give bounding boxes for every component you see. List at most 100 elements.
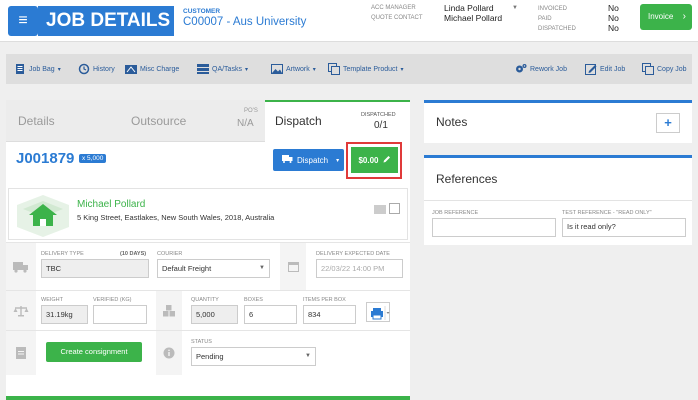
delivery-row: DELIVERY TYPE (10 DAYS) TBC COURIER Defa… [6, 242, 410, 290]
tab-dispatch[interactable]: Dispatch [265, 100, 410, 142]
tasks-icon [197, 63, 209, 75]
test-reference-label: TEST REFERENCE - "READ ONLY" [562, 210, 652, 216]
print-button[interactable] [366, 302, 390, 322]
customer-label: CUSTOMER [183, 8, 221, 15]
chevron-down-icon: ▾ [336, 157, 340, 164]
price-button[interactable]: $0.00 [351, 147, 398, 173]
paid-value: No [608, 13, 619, 23]
delivery-date-label: DELIVERY EXPECTED DATE [316, 251, 390, 257]
qa-tasks-button[interactable]: QA/Tasks ▾ [197, 54, 248, 84]
history-icon [78, 63, 90, 75]
job-bag-label: Job Bag [29, 65, 55, 73]
boxes-label: BOXES [244, 297, 263, 303]
verified-label: VERIFIED (KG) [93, 297, 132, 303]
status-select[interactable]: Pending ▼ [191, 347, 316, 366]
envelope-icon[interactable] [374, 205, 386, 214]
notes-panel: Notes + [424, 100, 692, 143]
customer-link[interactable]: C00007 - Aus University [183, 16, 306, 28]
template-product-label: Template Product [343, 65, 398, 73]
pos-label: PO'S [244, 108, 258, 114]
weight-field: 31.19kg [41, 305, 88, 324]
add-note-button[interactable]: + [656, 113, 680, 133]
references-title: References [436, 172, 498, 186]
job-bag-button[interactable]: Job Bag ▾ [14, 54, 61, 84]
truck-icon [6, 243, 36, 290]
invoice-button[interactable]: Invoice › [640, 4, 692, 30]
address-card: Michael Pollard 5 King Street, Eastlakes… [8, 188, 408, 240]
references-panel: References JOB REFERENCE TEST REFERENCE … [424, 155, 692, 245]
quantity-field: 5,000 [191, 305, 238, 324]
notes-title: Notes [436, 115, 468, 129]
history-button[interactable]: History [78, 54, 115, 84]
chevron-down-icon: ▾ [57, 66, 61, 73]
delivery-date-input[interactable]: 22/03/22 14:00 PM [316, 259, 403, 278]
quantity-label: QUANTITY [191, 297, 219, 303]
quote-contact-label: QUOTE CONTACT [371, 15, 423, 21]
quantity-badge: x 5,000 [79, 154, 107, 163]
copy-job-label: Copy Job [657, 65, 687, 73]
address-checkbox[interactable] [389, 203, 400, 214]
invoiced-value: No [608, 3, 619, 13]
truck-icon [282, 155, 293, 165]
template-product-button[interactable]: Template Product ▾ [328, 54, 404, 84]
copy-job-button[interactable]: Copy Job [642, 54, 687, 84]
misc-charge-label: Misc Charge [140, 65, 180, 73]
invoice-button-label: Invoice [648, 12, 674, 21]
hamburger-menu-icon[interactable]: ≡ [8, 6, 38, 36]
courier-label: COURIER [157, 251, 183, 257]
pos-value: N/A [237, 118, 254, 129]
invoiced-label: INVOICED [538, 6, 568, 12]
acc-manager-label: ACC MANAGER [371, 5, 416, 11]
boxes-input[interactable]: 6 [244, 305, 297, 324]
items-per-box-label: ITEMS PER BOX [303, 297, 346, 303]
quote-contact-value: Michael Pollard [444, 13, 503, 23]
job-number: J001879 [16, 150, 75, 167]
dispatched-count-label: DISPATCHED [361, 112, 396, 118]
boxes-icon [156, 291, 182, 330]
status-label: STATUS [191, 339, 212, 345]
items-per-box-input[interactable]: 834 [303, 305, 356, 324]
artwork-button[interactable]: Artwork ▾ [271, 54, 316, 84]
tab-bar: Details Outsource PO'S N/A Dispatch DISP… [6, 100, 410, 142]
house-icon [13, 193, 73, 237]
chevron-down-icon: ▾ [244, 66, 248, 73]
tab-outsource[interactable]: Outsource [131, 100, 186, 142]
pencil-icon [383, 155, 391, 165]
status-select-value: Pending [196, 352, 224, 361]
divider [424, 200, 692, 201]
misc-charge-button[interactable]: Misc Charge [125, 54, 179, 84]
chevron-down-icon[interactable]: ▼ [512, 5, 518, 11]
paid-label: PAID [538, 16, 552, 22]
chevron-right-icon: › [682, 11, 686, 22]
test-reference-input[interactable]: Is it read only? [562, 218, 686, 237]
dispatched-value: No [608, 23, 619, 33]
tab-details[interactable]: Details [18, 100, 55, 142]
copy-icon [328, 63, 340, 75]
info-icon [156, 331, 182, 375]
artwork-label: Artwork [286, 65, 310, 73]
edit-job-label: Edit Job [600, 65, 626, 73]
contact-address: 5 King Street, Eastlakes, New South Wale… [77, 213, 275, 222]
create-consignment-button[interactable]: Create consignment [46, 342, 142, 362]
image-icon [271, 63, 283, 75]
chevron-down-icon: ▾ [312, 66, 316, 73]
courier-select[interactable]: Default Freight ▼ [157, 259, 270, 278]
chevron-down-icon: ▼ [305, 353, 311, 359]
document-icon [14, 63, 26, 75]
scale-icon [6, 291, 36, 330]
rework-job-button[interactable]: Rework Job [515, 54, 567, 84]
page-title: JOB DETAILS [38, 6, 174, 36]
job-reference-input[interactable] [432, 218, 556, 237]
acc-manager-value[interactable]: Linda Pollard [444, 3, 494, 13]
delivery-type-label: DELIVERY TYPE [41, 251, 84, 257]
delivery-type-days: (10 DAYS) [120, 251, 147, 257]
job-reference-label: JOB REFERENCE [432, 210, 479, 216]
edit-job-button[interactable]: Edit Job [585, 54, 625, 84]
contact-name[interactable]: Michael Pollard [77, 199, 145, 210]
toolbar: Job Bag ▾ History Misc Charge QA/Tasks ▾ A… [6, 54, 692, 84]
weight-label: WEIGHT [41, 297, 63, 303]
verified-input[interactable] [93, 305, 147, 324]
dispatch-button[interactable]: Dispatch ▾ [273, 149, 344, 171]
chevron-down-icon: ▼ [259, 265, 265, 271]
delivery-type-field[interactable]: TBC [41, 259, 149, 278]
